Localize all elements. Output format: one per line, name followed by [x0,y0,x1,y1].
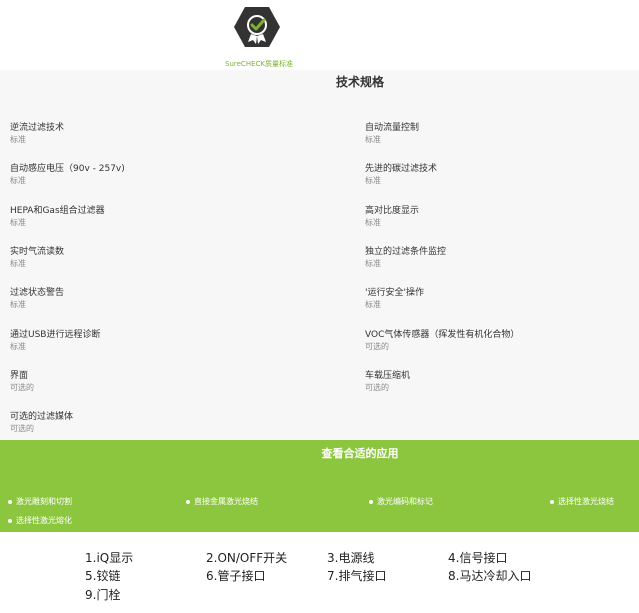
application-label: 直接金属激光烧结 [194,497,258,506]
part-label: 8.马达冷却入口 [448,569,532,583]
spec-name: 实时气流读数 [10,247,65,257]
part-label: 9.门栓 [85,588,121,602]
parts-legend: 1.iQ显示 2.ON/OFF开关 3.电源线 4.信号接口 5.铰链 6.管子… [0,532,639,613]
part-label: 3.电源线 [327,551,375,565]
spec-item: 高对比度显示 标准 [365,205,639,229]
spec-value: 标准 [365,259,381,268]
page-header: SureCHECK质量标准 [0,0,639,70]
spec-name: 界面 [10,371,29,381]
spec-value: 标准 [10,135,26,144]
part-label: 7.排气接口 [327,569,387,583]
part-label: 1.iQ显示 [85,551,134,565]
application-link[interactable]: 激光编码和标记 [369,496,433,508]
application-label: 激光编码和标记 [377,497,433,506]
spec-item: 自动流量控制 标准 [365,122,639,146]
spec-value: 标准 [365,135,381,144]
spec-item: HEPA和Gas组合过滤器 标准 [10,205,310,229]
spec-value: 标准 [10,176,26,185]
spec-item: 通过USB进行远程诊断 标准 [10,329,310,353]
spec-name: 逆流过滤技术 [10,123,65,133]
spec-item: 可选的过滤媒体 可选的 [10,411,310,435]
spec-name: 可选的过滤媒体 [10,412,74,422]
spec-item: 独立的过滤条件监控 标准 [365,246,639,270]
application-label: 选择性激光熔化 [16,516,72,525]
application-label: 激光雕刻和切割 [16,497,72,506]
applications-section: 查看合适的应用 激光雕刻和切割 直接金属激光烧结 激光编码和标记 选择性激光烧结… [0,440,639,532]
part-label: 4.信号接口 [448,551,508,565]
check-shield-icon [234,7,280,47]
spec-value: 标准 [365,300,381,309]
bullet-icon [8,519,12,523]
spec-name: 过滤状态警告 [10,288,65,298]
spec-value: 标准 [10,218,26,227]
applications-title[interactable]: 查看合适的应用 [300,445,420,461]
spec-value: 可选的 [10,424,34,433]
application-link[interactable]: 直接金属激光烧结 [186,496,258,508]
spec-item: 先进的碳过滤技术 标准 [365,163,639,187]
application-link[interactable]: 选择性激光熔化 [8,515,72,527]
part-label: 2.ON/OFF开关 [206,551,288,565]
part-label: 6.管子接口 [206,569,266,583]
spec-name: HEPA和Gas组合过滤器 [10,206,105,216]
spec-value: 可选的 [365,342,389,351]
spec-name: 独立的过滤条件监控 [365,247,447,257]
bullet-icon [369,500,373,504]
spec-name: 自动流量控制 [365,123,420,133]
application-label: 选择性激光烧结 [558,497,614,506]
spec-name: 车载压缩机 [365,371,411,381]
bullet-icon [8,500,12,504]
spec-value: 可选的 [10,383,34,392]
spec-name: 先进的碳过滤技术 [365,164,438,174]
spec-item: 车载压缩机 可选的 [365,370,639,394]
bullet-icon [550,500,554,504]
spec-value: 标准 [365,176,381,185]
spec-name: 高对比度显示 [365,206,420,216]
spec-item: 自动感应电压（90v - 257v) 标准 [10,163,310,187]
spec-name: '运行安全'操作 [365,288,424,298]
spec-value: 标准 [10,259,26,268]
application-link[interactable]: 激光雕刻和切割 [8,496,72,508]
application-link[interactable]: 选择性激光烧结 [550,496,614,508]
spec-item: 逆流过滤技术 标准 [10,122,310,146]
spec-item: 实时气流读数 标准 [10,246,310,270]
spec-name: VOC气体传感器（挥发性有机化合物） [365,330,520,340]
specs-title: 技术规格 [335,75,384,89]
spec-value: 可选的 [365,383,389,392]
bullet-icon [186,500,190,504]
spec-name: 自动感应电压（90v - 257v) [10,164,125,174]
spec-value: 标准 [365,218,381,227]
badge-caption: SureCHECK质量标准 [225,60,293,68]
spec-value: 标准 [10,342,26,351]
spec-value: 标准 [10,300,26,309]
spec-item: 过滤状态警告 标准 [10,287,310,311]
spec-item: 界面 可选的 [10,370,310,394]
tech-specs-section: 技术规格 逆流过滤技术 标准 自动流量控制 标准 自动感应电压（90v - 25… [0,70,639,440]
part-label: 5.铰链 [85,569,121,583]
spec-item: VOC气体传感器（挥发性有机化合物） 可选的 [365,329,639,353]
spec-name: 通过USB进行远程诊断 [10,330,101,340]
spec-item: '运行安全'操作 标准 [365,287,639,311]
